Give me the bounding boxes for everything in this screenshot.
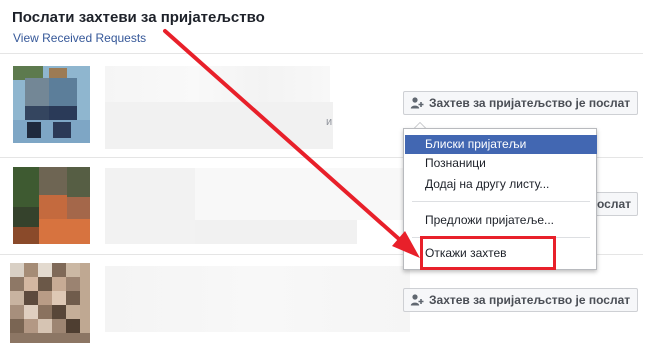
annotation-arrow [163,29,420,258]
